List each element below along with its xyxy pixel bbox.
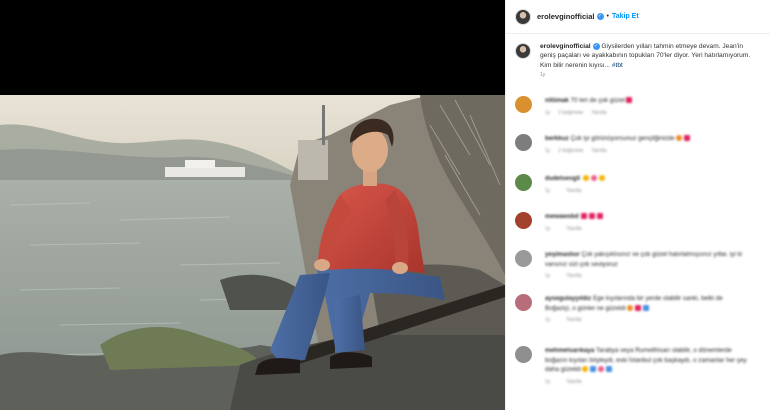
caption-time: 1y (540, 72, 546, 79)
emoji-icon (598, 175, 605, 182)
commenter-avatar[interactable] (515, 294, 532, 311)
comment-text: aysegulayyıldız Ege kıyılarında bir yerd… (545, 294, 750, 313)
emoji-icon (626, 304, 633, 311)
comment-item: nilümak 70 leri de çok güzel 1y 2 beğenme Y… (515, 96, 765, 116)
commenter-username[interactable]: aysegulayyıldız (545, 295, 591, 302)
caption-text-block: erolevginofficial ✓ Giysilerden yılları t… (540, 42, 760, 81)
post-header: erolevginofficial ✓ • Takip Et (506, 0, 770, 34)
follow-button[interactable]: Takip Et (612, 13, 639, 20)
commenter-username[interactable]: mewawsbd (545, 213, 579, 220)
verified-badge-icon: ✓ (596, 13, 604, 20)
reply-button[interactable]: Yanıtla (566, 226, 581, 232)
comment-item: berkkuz Çok iyi görünüyorsunuz gençliğin… (515, 134, 765, 154)
comment-time: 1y (545, 273, 551, 279)
comment-meta: 1y Yanıtla (545, 379, 750, 385)
emoji-icon (605, 366, 612, 373)
emoji-icon (582, 175, 589, 182)
author-avatar[interactable] (515, 8, 531, 25)
comment-likes[interactable]: 2 beğenme (558, 148, 583, 154)
comment-time: 1y (545, 317, 551, 323)
emoji-icon (675, 135, 682, 142)
comment-text: mehmetsarıkaya Tarabya veya Rumelihisarı… (545, 346, 750, 375)
reply-button[interactable]: Yanıtla (591, 110, 606, 116)
comment-meta: 1y Yanıtla (545, 317, 750, 323)
comment-meta: 1y Yanıtla (545, 273, 750, 279)
comment-time: 1y (545, 147, 551, 154)
comment-item: aysegulayyıldız Ege kıyılarında bir yerd… (515, 294, 765, 323)
emoji-icon (642, 304, 649, 311)
comment-meta: 1y 2 beğenme Yanıtla (545, 110, 750, 116)
comment-body: aysegulayyıldız Ege kıyılarında bir yerd… (545, 294, 750, 323)
comment-body: berkkuz Çok iyi görünüyorsunuz gençliğin… (545, 134, 750, 154)
commenter-username[interactable]: mehmetsarıkaya (545, 347, 594, 354)
comment-text: mewawsbd (545, 212, 750, 222)
post-media[interactable] (0, 0, 505, 410)
commenter-avatar[interactable] (515, 212, 532, 229)
comment-time: 1y (545, 225, 551, 232)
post-photo (0, 95, 505, 410)
comment-likes[interactable]: 2 beğenme (558, 110, 583, 116)
comment-time: 1y (545, 378, 551, 385)
comment-message: 70 leri de çok güzel (570, 97, 625, 104)
commenter-username[interactable]: nilümak (545, 97, 569, 104)
comment-meta: 1y Yanıtla (545, 226, 750, 232)
caption-verified-badge-icon: ✓ (592, 42, 600, 50)
reply-button[interactable]: Yanıtla (566, 379, 581, 385)
emoji-icon (581, 366, 588, 373)
comment-body: nilümak 70 leri de çok güzel 1y 2 beğenme Y… (545, 96, 750, 116)
caption-username[interactable]: erolevginofficial (540, 43, 591, 50)
comment-text: yeşimaslıur Çok yakışıklısınız ve çok gü… (545, 250, 750, 269)
emoji-icon (683, 135, 690, 142)
emoji-icon (590, 175, 597, 182)
commenter-avatar[interactable] (515, 250, 532, 267)
comment-item: dudetsevgil 1y Yanıtla (515, 174, 765, 194)
commenter-username[interactable]: berkkuz (545, 135, 569, 142)
post-side-panel: erolevginofficial ✓ • Takip Et erolevgin… (505, 0, 770, 410)
commenter-avatar[interactable] (515, 174, 532, 191)
emoji-icon (634, 304, 641, 311)
emoji-icon (589, 213, 596, 220)
caption-hashtag[interactable]: #tbt (612, 62, 623, 69)
emoji-icon (581, 213, 588, 220)
comment-body: mewawsbd 1y Yanıtla (545, 212, 750, 232)
reply-button[interactable]: Yanıtla (566, 188, 581, 194)
comment-text: nilümak 70 leri de çok güzel (545, 96, 750, 106)
caption-avatar[interactable] (515, 43, 531, 59)
reply-button[interactable]: Yanıtla (566, 273, 581, 279)
comment-time: 1y (545, 187, 551, 194)
comment-item: mewawsbd 1y Yanıtla (515, 212, 765, 232)
emoji-icon (597, 366, 604, 373)
commenter-username[interactable]: dudetsevgil (545, 175, 580, 182)
comment-meta: 1y 2 beğenme Yanıtla (545, 148, 750, 154)
post-caption: erolevginofficial ✓ Giysilerden yılları t… (515, 42, 765, 81)
emoji-icon (625, 97, 632, 104)
header-separator: • (606, 13, 609, 20)
author-username[interactable]: erolevginofficial (537, 12, 595, 21)
emoji-icon (589, 366, 596, 373)
reply-button[interactable]: Yanıtla (566, 317, 581, 323)
emoji-icon (597, 213, 604, 220)
comment-message: Çok iyi görünüyorsunuz gençliğinizde (570, 135, 675, 142)
commenter-avatar[interactable] (515, 96, 532, 113)
commenter-avatar[interactable] (515, 134, 532, 151)
comment-item: mehmetsarıkaya Tarabya veya Rumelihisarı… (515, 346, 765, 385)
reply-button[interactable]: Yanıtla (591, 148, 606, 154)
commenter-username[interactable]: yeşimaslıur (545, 251, 580, 258)
comment-item: yeşimaslıur Çok yakışıklısınız ve çok gü… (515, 250, 765, 279)
comment-body: yeşimaslıur Çok yakışıklısınız ve çok gü… (545, 250, 750, 279)
comment-text: dudetsevgil (545, 174, 750, 184)
comment-time: 1y (545, 109, 551, 116)
comment-body: mehmetsarıkaya Tarabya veya Rumelihisarı… (545, 346, 750, 385)
comment-meta: 1y Yanıtla (545, 188, 750, 194)
comment-text: berkkuz Çok iyi görünüyorsunuz gençliğin… (545, 134, 750, 144)
commenter-avatar[interactable] (515, 346, 532, 363)
comment-body: dudetsevgil 1y Yanıtla (545, 174, 750, 194)
